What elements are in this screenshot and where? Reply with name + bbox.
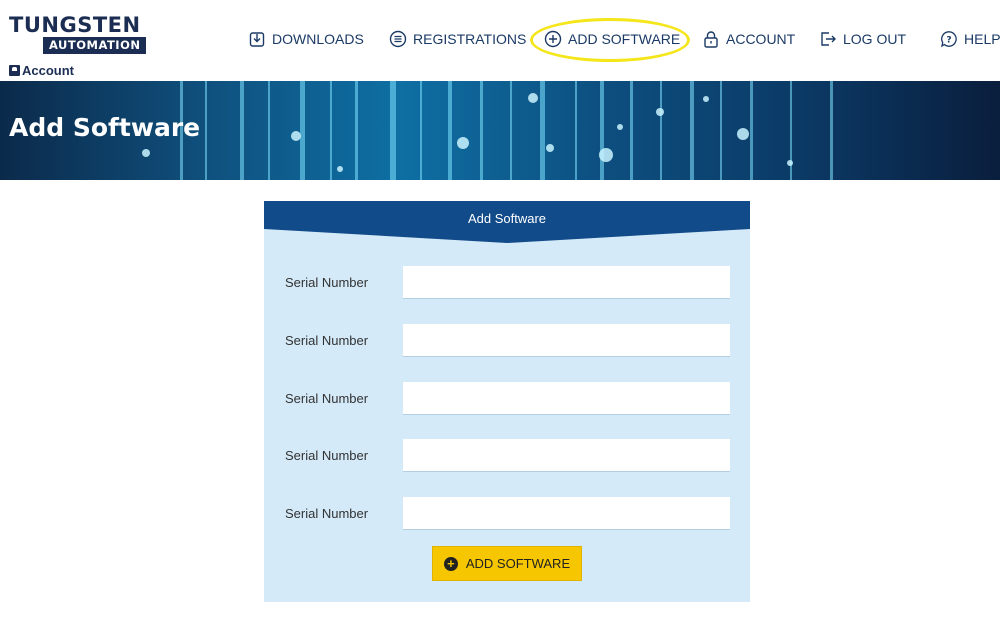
nav-downloads-label: DOWNLOADS xyxy=(272,31,364,47)
plus-circle-icon xyxy=(544,30,562,48)
page-banner: Add Software xyxy=(0,81,1000,180)
logout-icon xyxy=(821,32,836,46)
serial-number-label: Serial Number xyxy=(285,506,369,521)
main-nav: DOWNLOADS REGISTRATIONS ADD SOFTWARE ACC… xyxy=(0,30,1000,50)
nav-account[interactable]: ACCOUNT xyxy=(702,30,795,48)
nav-log-out[interactable]: LOG OUT xyxy=(819,30,906,48)
svg-text:?: ? xyxy=(946,36,951,46)
nav-add-software[interactable]: ADD SOFTWARE xyxy=(544,30,680,48)
nav-log-out-label: LOG OUT xyxy=(843,31,907,47)
form-header: Add Software xyxy=(264,201,750,243)
serial-number-label: Serial Number xyxy=(285,448,369,463)
add-software-button[interactable]: + ADD SOFTWARE xyxy=(432,546,582,581)
serial-number-input-2[interactable] xyxy=(403,324,730,357)
page: TUNGSTEN AUTOMATION Account DOWNLOADS RE… xyxy=(0,0,1000,618)
account-card-icon xyxy=(9,65,20,76)
serial-number-label: Serial Number xyxy=(285,333,369,348)
add-software-button-label: ADD SOFTWARE xyxy=(465,556,571,571)
account-link-label: Account xyxy=(22,63,74,78)
header: TUNGSTEN AUTOMATION Account DOWNLOADS RE… xyxy=(0,0,1000,80)
serial-number-label: Serial Number xyxy=(285,391,369,406)
serial-number-row: Serial Number xyxy=(264,324,750,357)
plus-circle-filled-icon: + xyxy=(443,556,458,571)
lock-icon xyxy=(704,31,718,48)
serial-number-row: Serial Number xyxy=(264,439,750,472)
nav-downloads[interactable]: DOWNLOADS xyxy=(248,30,364,48)
nav-add-software-label: ADD SOFTWARE xyxy=(568,31,681,47)
nav-help-label: HELP xyxy=(964,31,1000,47)
nav-help[interactable]: ? HELP xyxy=(940,30,1000,48)
serial-number-row: Serial Number xyxy=(264,266,750,299)
serial-number-row: Serial Number xyxy=(264,382,750,415)
serial-number-row: Serial Number xyxy=(264,497,750,530)
download-icon xyxy=(249,32,265,47)
add-software-form: Add Software Serial Number Serial Number… xyxy=(264,201,750,602)
account-link[interactable]: Account xyxy=(9,63,74,78)
serial-number-input-3[interactable] xyxy=(403,382,730,415)
list-icon xyxy=(389,30,407,48)
nav-registrations[interactable]: REGISTRATIONS xyxy=(389,30,526,48)
serial-number-label: Serial Number xyxy=(285,275,369,290)
help-icon: ? xyxy=(941,31,957,48)
serial-number-input-5[interactable] xyxy=(403,497,730,530)
form-title: Add Software xyxy=(467,211,547,226)
page-title: Add Software xyxy=(9,113,201,142)
nav-account-label: ACCOUNT xyxy=(726,31,796,47)
nav-registrations-label: REGISTRATIONS xyxy=(413,31,527,47)
serial-number-input-1[interactable] xyxy=(403,266,730,299)
serial-number-input-4[interactable] xyxy=(403,439,730,472)
